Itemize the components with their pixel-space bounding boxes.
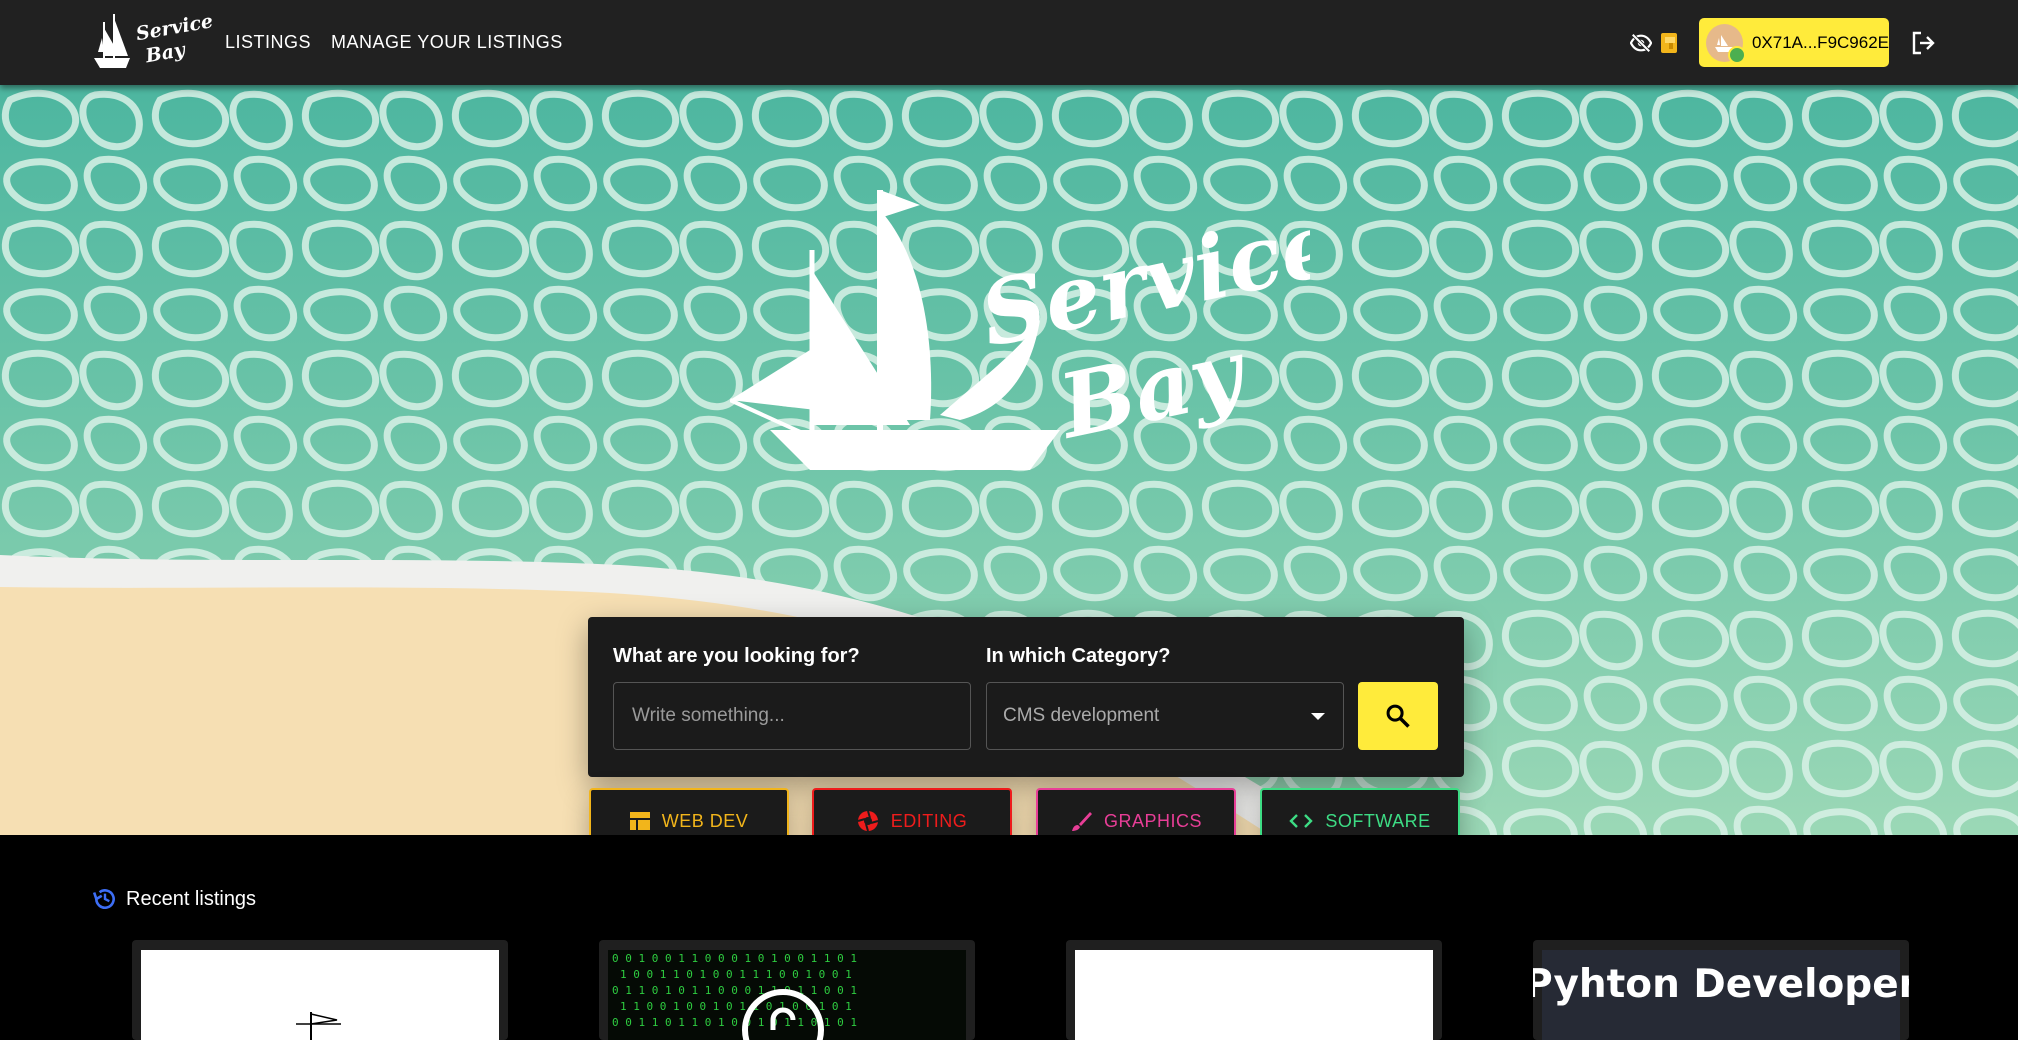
category-select[interactable]: CMS development xyxy=(986,682,1344,750)
listing-card[interactable] xyxy=(132,940,508,1040)
wallet-button[interactable]: 0X71A...F9C962E xyxy=(1699,18,1889,67)
aperture-icon xyxy=(857,810,879,832)
search-input[interactable] xyxy=(630,704,954,728)
listing-image xyxy=(141,950,499,1040)
avatar xyxy=(1706,23,1746,64)
search-icon xyxy=(1386,704,1410,728)
category-software-button[interactable]: SOFTWARE xyxy=(1260,788,1460,835)
listing-image xyxy=(1075,950,1433,1040)
category-graphics-button[interactable]: GRAPHICS xyxy=(1036,788,1236,835)
recent-listings-title: Recent listings xyxy=(126,887,257,910)
code-icon xyxy=(1289,814,1314,828)
svg-text:0 1 1 0 1 0 1 1 0 0 0 1 1 0 1: 0 1 1 0 1 0 1 1 0 0 0 1 1 0 1 1 0 0 1 xyxy=(612,984,857,997)
dropdown-caret-icon xyxy=(1311,713,1325,720)
category-label: SOFTWARE xyxy=(1325,810,1431,831)
dashboard-icon xyxy=(629,812,650,830)
wallet-address: 0X71A...F9C962E xyxy=(1751,32,1889,52)
search-button[interactable] xyxy=(1358,682,1438,750)
category-web-dev-button[interactable]: WEB DEV xyxy=(589,788,789,835)
main-nav: LISTINGS MANAGE YOUR LISTINGS xyxy=(225,0,563,85)
svg-text:1 0 0 1 1 0 1 0 0 1 1 1 0 0 1: 1 0 0 1 1 0 1 0 0 1 1 1 0 0 1 0 0 1 xyxy=(620,968,852,981)
service-bay-logo[interactable]: Service Bay xyxy=(90,12,212,70)
search-card: What are you looking for? In which Categ… xyxy=(588,617,1464,777)
matrix-lock-image: 0 0 1 0 0 1 1 0 0 0 1 0 1 0 0 1 1 0 1 1 … xyxy=(612,952,857,1040)
top-app-bar: Service Bay LISTINGS MANAGE YOUR LISTING… xyxy=(0,0,2018,85)
history-icon xyxy=(92,889,115,910)
online-status-dot xyxy=(1727,45,1746,64)
service-bay-hero-logo: Service Bay xyxy=(730,190,1310,470)
listing-card[interactable]: 0 0 1 0 0 1 1 0 0 0 1 0 1 0 0 1 1 0 1 1 … xyxy=(599,940,975,1040)
nav-listings[interactable]: LISTINGS xyxy=(225,32,311,53)
brush-icon xyxy=(1071,812,1092,831)
category-label: In which Category? xyxy=(986,645,1171,667)
hero-banner: Service Bay What are you looking for? In… xyxy=(0,85,2018,835)
ship-sketch-image xyxy=(296,1012,341,1040)
recent-listings-heading: Recent listings xyxy=(92,886,256,912)
search-field[interactable] xyxy=(613,682,971,750)
listing-image: 0 0 1 0 0 1 1 0 0 0 1 0 1 0 0 1 1 0 1 1 … xyxy=(608,950,966,1040)
category-label: EDITING xyxy=(890,810,968,831)
listing-image: Pyhton Developer xyxy=(1533,950,1909,1040)
category-selected-value: CMS development xyxy=(1003,705,1160,726)
logout-icon[interactable] xyxy=(1910,30,1936,56)
listing-card[interactable]: Pyhton Developer xyxy=(1533,940,1909,1040)
category-label: GRAPHICS xyxy=(1103,810,1203,831)
query-label: What are you looking for? xyxy=(613,645,860,667)
listing-card[interactable] xyxy=(1066,940,1442,1040)
svg-text:0 0 1 0 0 1 1 0 0 0 1 0 1 0 0: 0 0 1 0 0 1 1 0 0 0 1 0 1 0 0 1 1 0 1 xyxy=(612,952,857,965)
category-editing-button[interactable]: EDITING xyxy=(812,788,1012,835)
listing-caption: Pyhton Developer xyxy=(1533,962,1909,1007)
visibility-off-icon[interactable] xyxy=(1630,32,1652,54)
nav-manage-listings[interactable]: MANAGE YOUR LISTINGS xyxy=(331,32,563,53)
token-icon[interactable] xyxy=(1659,29,1681,57)
category-label: WEB DEV xyxy=(661,810,749,831)
